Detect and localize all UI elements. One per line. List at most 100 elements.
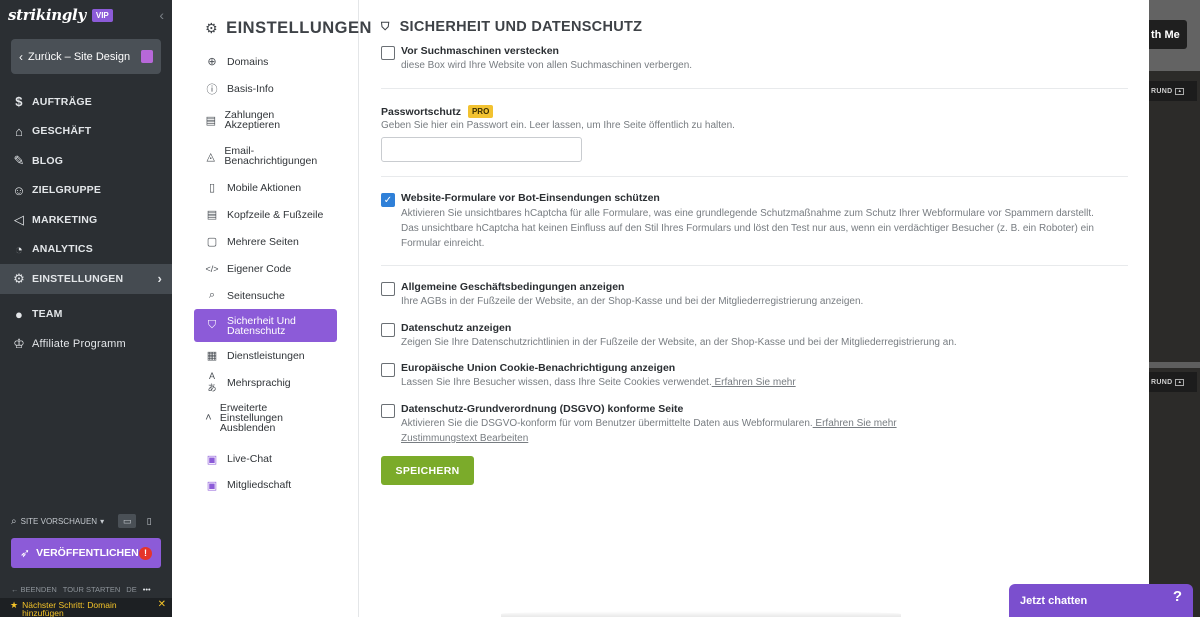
settings-menu-list: ⊕ Domains ⓘ Basis-Info ▤ Zahlungen Akzeptie… [194, 48, 337, 498]
preview-section-band [1149, 368, 1200, 617]
sidebar-item-label: Affiliate Programm [32, 337, 126, 350]
settings-item-label: Sicherheit Und Datenschutz [227, 314, 296, 337]
logo[interactable]: strikingly [8, 6, 86, 24]
preview-section-band [1149, 71, 1200, 362]
gdpr-learn-more-link[interactable]: Erfahren Sie mehr [813, 418, 896, 429]
settings-item-multilingual[interactable]: Aあ Mehrsprachig [194, 369, 337, 396]
image-icon: ▴ [1175, 378, 1185, 386]
settings-item-basis-info[interactable]: ⓘ Basis-Info [194, 75, 337, 102]
terms-option: Allgemeine Geschäftsbedingungen anzeigen… [381, 281, 1131, 311]
settings-item-live-chat[interactable]: ▣ Live-Chat [194, 446, 337, 472]
grid-icon: ▦ [206, 350, 218, 362]
edit-consent-text-link[interactable]: Zustimmungstext Bearbeiten [401, 433, 528, 444]
end-editor-link[interactable]: BEENDEN [21, 585, 57, 594]
divider [381, 265, 1128, 266]
preview-background-tag[interactable]: RUND ▴ [1149, 81, 1197, 101]
hide-search-label: Vor Suchmaschinen verstecken [401, 45, 559, 57]
hide-search-checkbox[interactable] [381, 46, 395, 60]
settings-item-security-privacy[interactable]: ⛉ Sicherheit Und Datenschutz [194, 309, 337, 342]
settings-item-membership[interactable]: ▣ Mitgliedschaft [194, 472, 337, 498]
start-tour-link[interactable]: TOUR STARTEN [63, 585, 121, 594]
publish-button[interactable]: ➶ VERÖFFENTLICHEN ! [11, 538, 161, 568]
sidebar-item-zielgruppe[interactable]: ☺ ZIELGRUPPE [0, 176, 172, 206]
translate-icon: Aあ [207, 371, 217, 393]
sidebar-item-affiliate[interactable]: ♔ Affiliate Programm [0, 329, 172, 359]
sidebar-item-analytics[interactable]: ◔ ANALYTICS [0, 235, 172, 265]
logo-row: strikingly VIP ‹ [0, 0, 172, 30]
pages-icon: ▢ [206, 236, 218, 248]
sidebar-item-label: MARKETING [32, 213, 98, 226]
code-icon: </> [205, 263, 219, 274]
settings-item-email-notifications[interactable]: ◬ Email-Benachrichtigungen [194, 138, 324, 174]
sidebar-item-label: EINSTELLUNGEN [32, 272, 124, 285]
collapse-sidebar-icon[interactable]: ‹ [159, 7, 164, 23]
next-step-banner[interactable]: ★ Nächster Schritt: Domain hinzufügen ✕ [0, 598, 172, 617]
chat-icon: ▣ [206, 453, 218, 466]
site-preview-row: ⌕ SITE VORSCHAUEN ▾ ▭ ▯ [11, 513, 161, 529]
app-root: strikingly VIP ‹ ‹ Zurück – Site Design … [0, 0, 1200, 617]
cookie-checkbox[interactable] [381, 363, 395, 377]
hide-search-option: Vor Suchmaschinen verstecken diese Box w… [381, 45, 1131, 75]
publish-alert-badge: ! [139, 546, 152, 560]
settings-item-domains[interactable]: ⊕ Domains [194, 48, 337, 75]
terms-desc: Ihre AGBs in der Fußzeile der Website, a… [401, 296, 864, 307]
privacy-checkbox[interactable] [381, 323, 395, 337]
cookie-learn-more-link[interactable]: Erfahren Sie mehr [712, 377, 795, 388]
terms-checkbox[interactable] [381, 282, 395, 296]
live-chat-widget[interactable]: Jetzt chatten ? [1009, 584, 1193, 617]
mobile-view-icon[interactable]: ▯ [140, 514, 158, 528]
more-icon[interactable]: ••• [143, 585, 151, 594]
sidebar-item-team[interactable]: ● TEAM [0, 300, 172, 330]
bot-protection-option: ✓ Website-Formulare vor Bot-Einsendungen… [381, 192, 1131, 252]
password-input[interactable] [381, 137, 582, 162]
sidebar-item-label: ZIELGRUPPE [32, 184, 102, 197]
search-icon: ⌕ [11, 515, 17, 527]
settings-item-mobile-actions[interactable]: ▯ Mobile Aktionen [194, 174, 337, 201]
save-button[interactable]: SPEICHERN [381, 456, 474, 485]
settings-item-custom-code[interactable]: </> Eigener Code [194, 255, 337, 282]
main-sidebar: strikingly VIP ‹ ‹ Zurück – Site Design … [0, 0, 172, 617]
settings-item-site-search[interactable]: ⌕ Seitensuche [194, 282, 337, 309]
preview-background-tag[interactable]: RUND ▴ [1149, 372, 1197, 392]
sidebar-item-einstellungen[interactable]: ⚙ EINSTELLUNGEN › [0, 264, 172, 294]
gear-icon: ⚙ [13, 270, 25, 286]
settings-item-label: Email-Benachrichtigungen [224, 145, 318, 167]
desktop-view-icon[interactable]: ▭ [118, 514, 137, 528]
settings-item-payments[interactable]: ▤ Zahlungen Akzeptieren [194, 102, 314, 138]
star-icon: ★ [10, 600, 19, 610]
password-hint: Geben Sie hier ein Passwort ein. Leer la… [381, 120, 735, 131]
settings-item-label: Eigener Code [227, 262, 292, 275]
section-title: ⛉ SICHERHEIT UND DATENSCHUTZ [381, 19, 642, 35]
back-to-site-design-button[interactable]: ‹ Zurück – Site Design [11, 39, 161, 74]
cookie-desc-text: Lassen Sie Ihre Besucher wissen, dass Ih… [401, 377, 712, 388]
sidebar-item-auftraege[interactable]: $ AUFTRÄGE [0, 87, 172, 117]
settings-item-multiple-pages[interactable]: ▢ Mehrere Seiten [194, 228, 337, 255]
settings-item-hide-advanced[interactable]: ˄ Erweiterte Einstellungen Ausblenden [194, 396, 304, 440]
settings-item-label: Seitensuche [227, 289, 285, 302]
gdpr-checkbox[interactable] [381, 404, 395, 418]
privacy-label: Datenschutz anzeigen [401, 322, 512, 334]
sidebar-item-geschaeft[interactable]: ⌂ GESCHÄFT [0, 117, 172, 147]
language-selector[interactable]: DE [126, 585, 136, 594]
member-icon: ▣ [206, 479, 218, 492]
settings-title-label: EINSTELLUNGEN [226, 19, 372, 37]
site-preview-toggle[interactable]: SITE VORSCHAUEN [21, 517, 97, 526]
sidebar-item-blog[interactable]: ✎ BLOG [0, 146, 172, 176]
settings-item-label: Mobile Aktionen [227, 181, 302, 194]
close-icon[interactable]: ✕ [158, 600, 166, 610]
gdpr-desc: Aktivieren Sie die DSGVO-konform für vom… [401, 416, 961, 446]
preview-cta-button[interactable]: th Me [1149, 20, 1187, 49]
settings-item-services[interactable]: ▦ Dienstleistungen [194, 342, 337, 369]
bell-icon: ◬ [206, 150, 215, 163]
sidebar-item-marketing[interactable]: ◁ MARKETING [0, 205, 172, 235]
gdpr-option: Datenschutz-Grundverordnung (DSGVO) konf… [381, 403, 1131, 448]
store-icon: ⌂ [14, 123, 24, 139]
bot-protection-checkbox[interactable]: ✓ [381, 193, 395, 207]
help-icon[interactable]: ? [1173, 588, 1182, 605]
chevron-right-icon: › [157, 271, 162, 287]
sidebar-item-label: TEAM [32, 308, 63, 321]
settings-item-header-footer[interactable]: ▤ Kopfzeile & Fußzeile [194, 201, 337, 228]
cookie-desc: Lassen Sie Ihre Besucher wissen, dass Ih… [401, 375, 1111, 390]
sidebar-item-label: BLOG [32, 154, 64, 167]
gear-icon: ⚙ [205, 20, 219, 36]
